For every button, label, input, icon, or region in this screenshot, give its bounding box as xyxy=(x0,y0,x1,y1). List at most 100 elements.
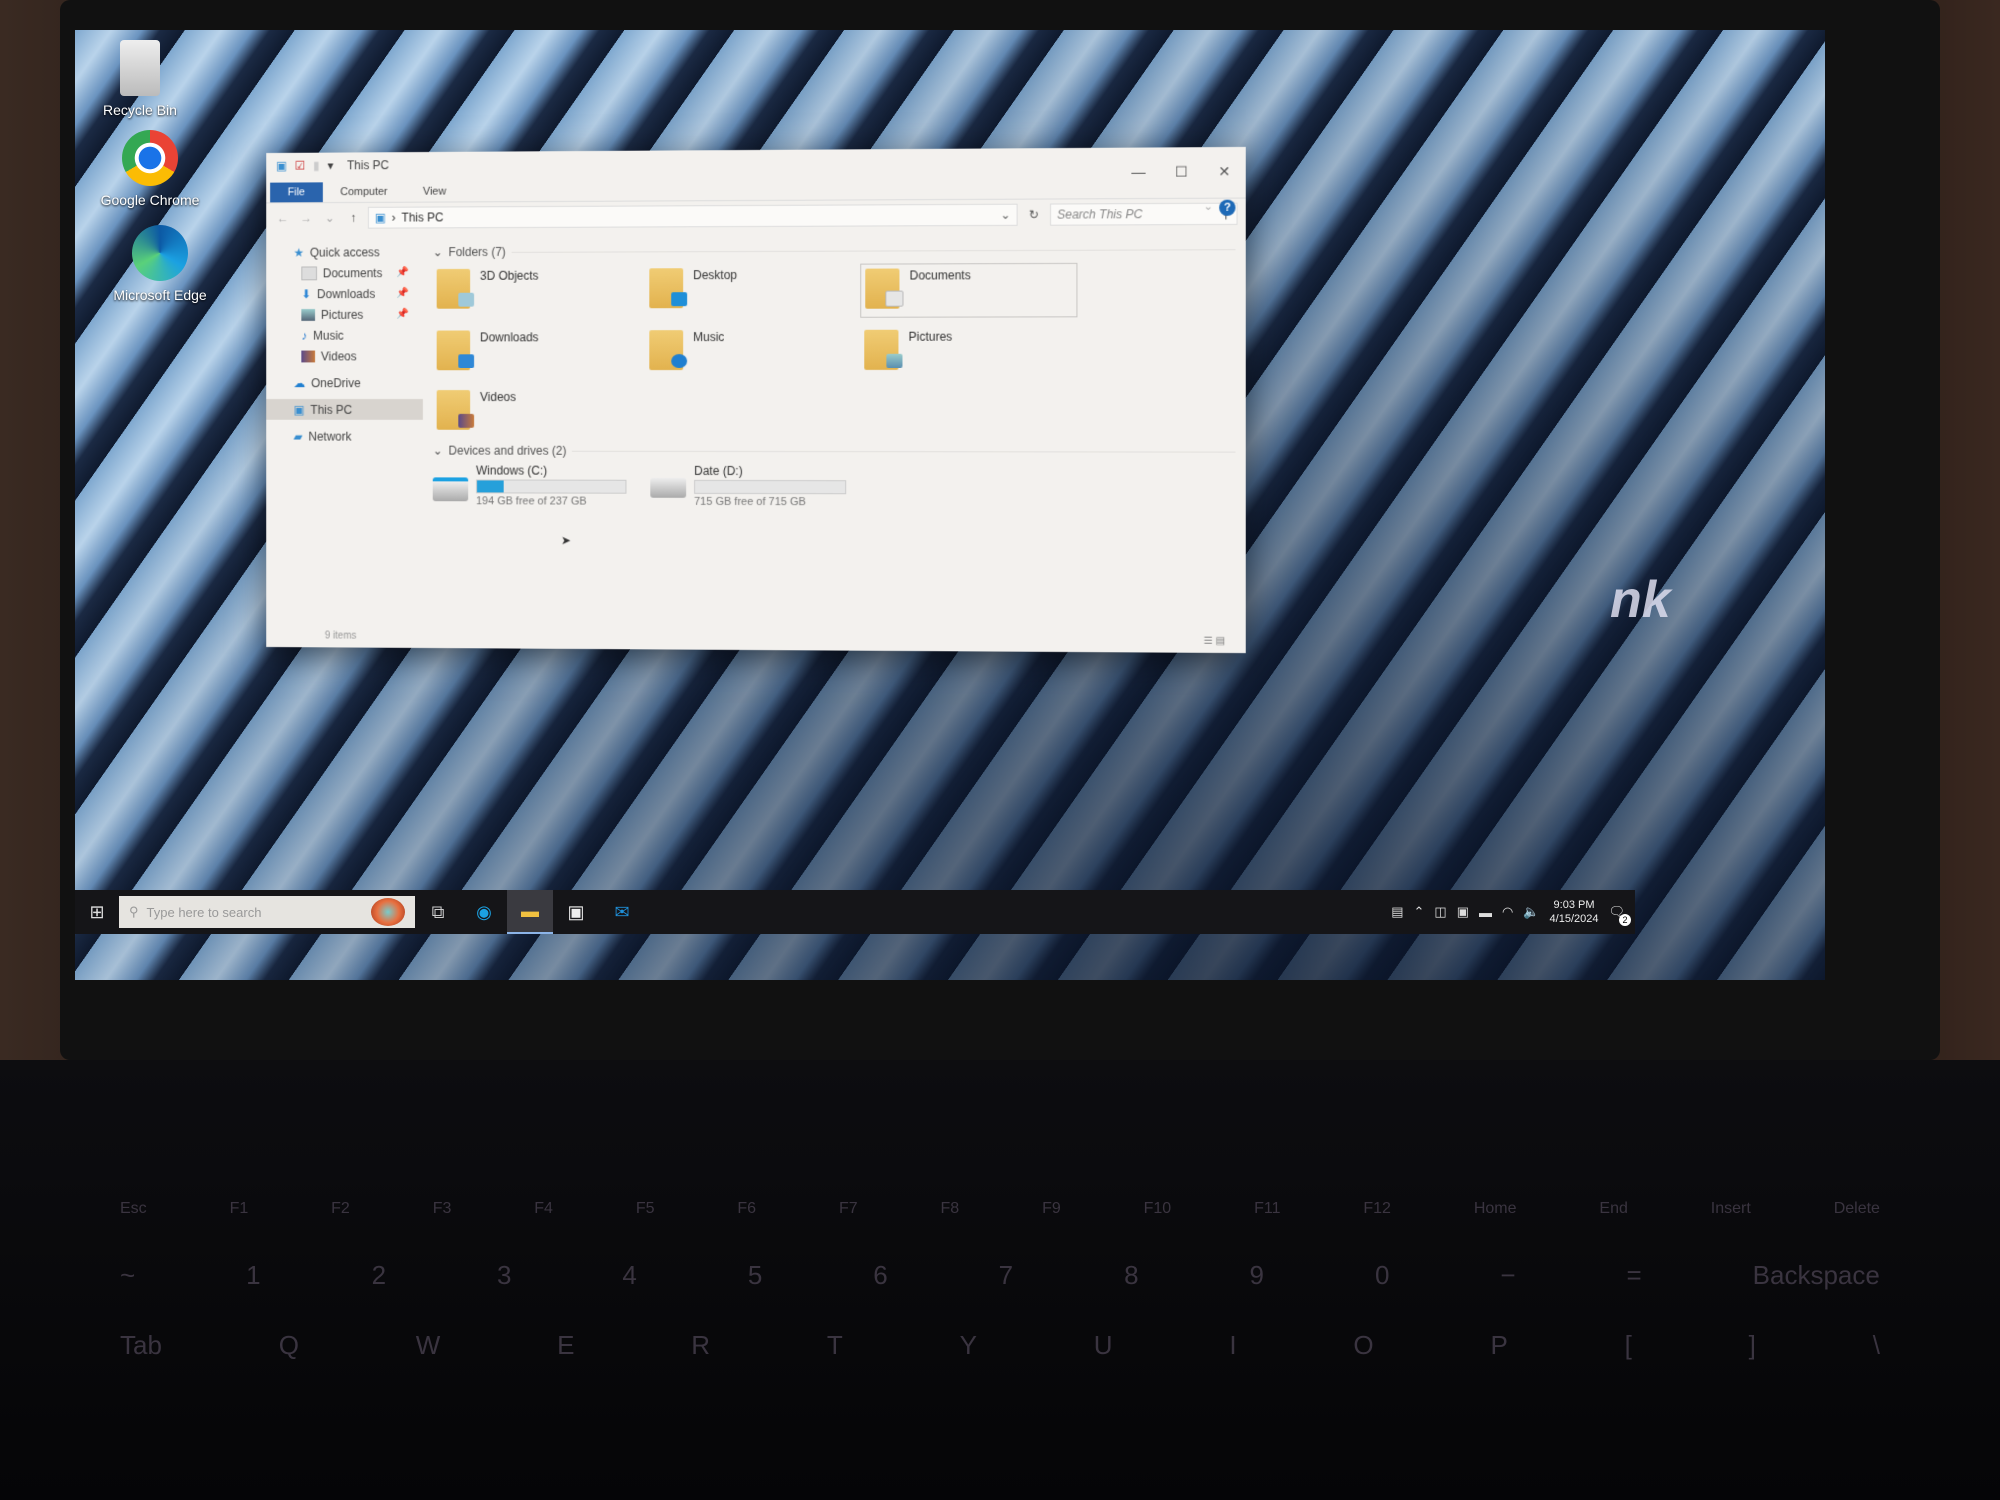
folder-downloads[interactable]: Downloads xyxy=(433,326,646,378)
drive-usage-fill xyxy=(477,480,504,493)
folder-documents[interactable]: Documents xyxy=(860,262,1078,318)
back-button[interactable]: ← xyxy=(274,211,292,225)
nav-network[interactable]: ▰ Network xyxy=(266,426,423,447)
folders-group-header[interactable]: ⌄ Folders (7) xyxy=(433,242,1236,259)
details-view-icon[interactable]: ☰ xyxy=(1204,635,1213,646)
search-highlight-image[interactable] xyxy=(371,898,405,926)
breadcrumb-this-pc[interactable]: This PC xyxy=(402,210,444,224)
desktop-icon-google-chrome[interactable]: Google Chrome xyxy=(95,130,205,208)
folder-icon xyxy=(649,330,688,371)
keyboard-key: Y xyxy=(959,1330,977,1360)
keyboard-key: Q xyxy=(278,1330,299,1360)
file-explorer-taskbar-icon[interactable]: ▬ xyxy=(507,890,553,934)
refresh-button[interactable]: ↻ xyxy=(1024,208,1044,222)
tab-view[interactable]: View xyxy=(405,182,464,202)
desktop-icon-recycle-bin[interactable]: Recycle Bin xyxy=(85,40,195,118)
folder-tray-icon[interactable]: ▬ xyxy=(1479,905,1492,920)
help-button[interactable]: ? xyxy=(1219,199,1236,216)
drives-list: Windows (C:) 194 GB free of 237 GB Date … xyxy=(432,463,1236,509)
new-folder-qat-icon[interactable]: ▮ xyxy=(313,159,319,173)
keyboard-number-row: ~1 2 3 4 5 6 7 8 9 0 − = Backspace xyxy=(120,1260,1880,1291)
picture-icon xyxy=(886,353,903,368)
meet-now-icon[interactable]: ◫ xyxy=(1434,904,1446,920)
keyboard-key: Backspace xyxy=(1752,1260,1880,1290)
large-icons-view-icon[interactable]: ▤ xyxy=(1216,635,1226,646)
keyboard-key: F6 xyxy=(737,1200,757,1217)
keyboard-key: F3 xyxy=(432,1200,452,1217)
window-title: This PC xyxy=(347,158,389,173)
keyboard-key: P xyxy=(1490,1330,1508,1360)
folder-videos[interactable]: Videos xyxy=(433,386,646,438)
keyboard-key: 9 xyxy=(1249,1260,1264,1290)
app-tray-icon[interactable]: ▣ xyxy=(1457,904,1469,920)
keyboard-key: Esc xyxy=(120,1200,147,1217)
nav-documents[interactable]: Documents 📌 xyxy=(266,262,423,283)
pin-icon[interactable]: 📌 xyxy=(397,288,409,299)
edge-taskbar-icon[interactable]: ◉ xyxy=(461,890,507,934)
task-view-button[interactable]: ⧉ xyxy=(415,890,461,934)
windows-drive-icon xyxy=(432,477,469,502)
download-arrow-icon xyxy=(458,354,475,369)
mail-taskbar-icon[interactable]: ✉ xyxy=(599,890,645,934)
forward-button[interactable]: → xyxy=(297,211,315,225)
keyboard-key: F10 xyxy=(1143,1200,1172,1217)
folder-pictures[interactable]: Pictures xyxy=(860,325,1077,378)
nav-downloads[interactable]: ⬇ Downloads 📌 xyxy=(266,283,423,304)
tab-computer[interactable]: Computer xyxy=(323,182,406,202)
keyboard-key: W xyxy=(415,1330,441,1360)
recent-locations-button[interactable]: ⌄ xyxy=(321,211,339,225)
star-icon: ★ xyxy=(293,245,305,260)
start-button[interactable]: ⊞ xyxy=(75,902,119,923)
keyboard-key: − xyxy=(1500,1260,1516,1290)
close-button[interactable]: ✕ xyxy=(1203,163,1246,180)
address-dropdown-icon[interactable]: ⌄ xyxy=(1000,208,1010,222)
pin-icon[interactable]: 📌 xyxy=(397,309,409,320)
nav-this-pc[interactable]: ▣ This PC xyxy=(266,399,423,420)
nav-videos[interactable]: Videos xyxy=(266,345,423,366)
show-hidden-icons-chevron-icon[interactable]: ⌃ xyxy=(1414,904,1425,920)
keyboard-key: F11 xyxy=(1254,1200,1281,1217)
microsoft-store-taskbar-icon[interactable]: ▣ xyxy=(553,890,599,934)
folder-desktop[interactable]: Desktop xyxy=(645,264,860,317)
nav-onedrive[interactable]: ☁ OneDrive xyxy=(266,372,423,393)
properties-qat-icon[interactable]: ☑ xyxy=(295,159,306,173)
drive-d[interactable]: Date (D:) 715 GB free of 715 GB xyxy=(650,464,850,508)
nav-music[interactable]: ♪ Music xyxy=(266,325,423,346)
pin-icon[interactable]: 📌 xyxy=(397,267,409,278)
keyboard-key: E xyxy=(557,1330,575,1360)
tab-file[interactable]: File xyxy=(270,182,323,203)
keyboard-key: I xyxy=(1229,1330,1237,1360)
taskbar-search-input[interactable]: ⚲ Type here to search xyxy=(119,896,415,928)
minimize-button[interactable]: — xyxy=(1117,164,1160,181)
qat-dropdown[interactable]: ▾ xyxy=(327,159,333,173)
wifi-icon[interactable]: ◠ xyxy=(1502,904,1513,920)
content-pane: ⌄ Folders (7) 3D Objects Desktop Documen… xyxy=(423,232,1246,629)
up-button[interactable]: ↑ xyxy=(344,211,362,225)
file-explorer-window: ▣ ☑ ▮ ▾ This PC — ☐ ✕ File Computer View… xyxy=(266,146,1246,654)
clock[interactable]: 9:03 PM 4/15/2024 xyxy=(1550,898,1599,926)
keyboard-key: 8 xyxy=(1124,1260,1139,1290)
drives-group-header[interactable]: ⌄ Devices and drives (2) xyxy=(433,444,1236,459)
nav-quick-access[interactable]: ★ Quick access xyxy=(266,241,423,262)
keyboard-key: 2 xyxy=(371,1260,387,1290)
nav-pictures[interactable]: Pictures 📌 xyxy=(266,304,423,325)
folder-3d-objects[interactable]: 3D Objects xyxy=(433,264,646,316)
hard-drive-icon xyxy=(650,477,687,498)
edge-icon xyxy=(132,225,188,281)
volume-icon[interactable]: 🔈 xyxy=(1523,904,1539,920)
drive-c[interactable]: Windows (C:) 194 GB free of 237 GB xyxy=(432,463,631,508)
desktop-icon-microsoft-edge[interactable]: Microsoft Edge xyxy=(105,225,215,303)
maximize-button[interactable]: ☐ xyxy=(1160,163,1203,180)
keyboard-key: U xyxy=(1093,1330,1113,1360)
recycle-bin-icon xyxy=(120,40,160,96)
keyboard-key: F5 xyxy=(635,1200,655,1217)
address-field[interactable]: ▣ › This PC ⌄ xyxy=(367,203,1018,229)
folder-music[interactable]: Music xyxy=(645,326,860,378)
keyboard-key: R xyxy=(691,1330,711,1360)
notification-center-icon[interactable]: 🗨 2 xyxy=(1608,904,1631,926)
expand-ribbon-chevron-icon[interactable]: ⌄ xyxy=(1204,200,1213,213)
videos-icon xyxy=(301,350,316,362)
desktop-icon xyxy=(671,292,688,307)
news-widget-icon[interactable]: ▤ xyxy=(1391,904,1403,920)
chevron-down-icon: ⌄ xyxy=(432,443,443,458)
